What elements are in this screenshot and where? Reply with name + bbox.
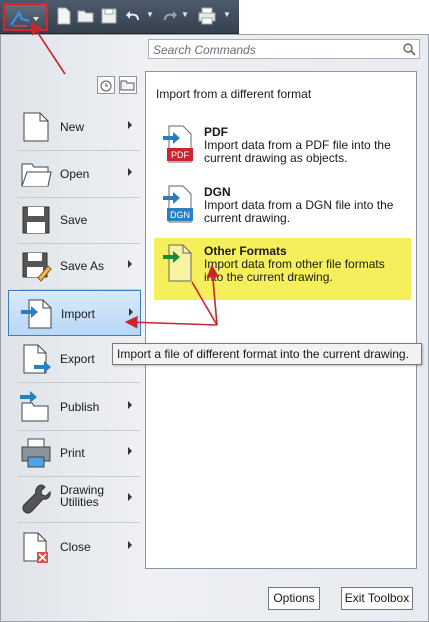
search-icon[interactable]: [402, 42, 416, 56]
menu-separator: [18, 382, 140, 383]
menu-label-export: Export: [60, 352, 95, 366]
folder-open-icon: [21, 163, 52, 187]
import-icon: [21, 299, 52, 329]
menu-label-close: Close: [60, 540, 91, 554]
menu-label-drawing-utilities: Drawing Utilities: [60, 484, 104, 508]
import-tooltip: Import a file of different format into t…: [112, 343, 422, 365]
redo-dropdown-icon[interactable]: ▼: [181, 11, 189, 19]
submenu-arrow-icon: [128, 121, 132, 129]
open-icon[interactable]: [77, 7, 95, 25]
pdf-description: Import data from a PDF file into the cur…: [204, 138, 391, 165]
menu-label-import: Import: [61, 307, 96, 321]
dgn-description: Import data from a DGN file into the cur…: [204, 198, 394, 225]
close-file-icon: [23, 532, 48, 563]
menu-label-new: New: [60, 120, 85, 134]
undo-dropdown-icon[interactable]: ▼: [146, 11, 154, 19]
generic-file-import-icon: [163, 244, 192, 282]
menu-label-publish: Publish: [60, 400, 100, 414]
submenu-arrow-icon: [128, 401, 132, 409]
menu-item-publish[interactable]: Publish: [8, 384, 141, 430]
import-other-formats-item[interactable]: Other Formats Import data from other fil…: [154, 238, 411, 300]
pdf-badge-text: PDF: [171, 150, 190, 160]
menu-item-save-as[interactable]: Save As: [8, 243, 141, 289]
menu-separator: [18, 522, 140, 523]
dgn-badge-text: DGN: [170, 210, 190, 220]
panel-title: Import from a different format: [156, 87, 312, 101]
menu-label-line2: Utilities: [60, 495, 99, 509]
exit-toolbox-button[interactable]: Exit Toolbox: [341, 587, 413, 610]
menu-label-print: Print: [60, 446, 85, 460]
recent-documents-icon[interactable]: [97, 76, 115, 94]
customize-dropdown-icon[interactable]: ▼: [223, 11, 231, 19]
open-documents-icon[interactable]: [119, 76, 137, 94]
export-icon: [23, 344, 51, 374]
save-icon: [22, 206, 50, 234]
import-pdf-item[interactable]: PDF PDF Import data from a PDF file into…: [154, 119, 411, 181]
wrench-icon: [22, 484, 51, 514]
submenu-arrow-icon: [128, 168, 132, 176]
menu-label-open: Open: [60, 167, 90, 181]
quick-access-toolbar: ▼ ▼ ▼: [0, 0, 239, 34]
menu-item-import[interactable]: Import: [8, 290, 141, 336]
options-button[interactable]: Options: [268, 587, 320, 610]
menu-item-close[interactable]: Close: [8, 524, 141, 570]
menu-label-save-as: Save As: [60, 259, 105, 273]
other-formats-description: Import data from other file formats into…: [204, 257, 385, 284]
menu-item-drawing-utilities[interactable]: Drawing Utilities: [8, 476, 141, 522]
redo-icon[interactable]: [160, 7, 178, 25]
pdf-file-icon: PDF: [163, 125, 193, 163]
submenu-arrow-icon: [129, 308, 133, 316]
menu-item-open[interactable]: Open: [8, 151, 141, 197]
menu-item-save[interactable]: Save: [8, 197, 141, 243]
submenu-arrow-icon: [128, 260, 132, 268]
dgn-file-icon: DGN: [163, 185, 193, 223]
pdf-title: PDF: [204, 125, 228, 139]
application-menu-button[interactable]: [3, 3, 48, 31]
undo-icon[interactable]: [125, 7, 143, 25]
submenu-arrow-icon: [128, 493, 132, 501]
menu-item-print[interactable]: Print: [8, 430, 141, 476]
import-dgn-item[interactable]: DGN DGN Import data from a DGN file into…: [154, 179, 411, 241]
submenu-arrow-icon: [128, 541, 132, 549]
publish-icon: [20, 391, 49, 422]
print-icon[interactable]: [198, 7, 216, 25]
menu-item-new[interactable]: New: [8, 104, 141, 150]
application-a-icon: [10, 10, 39, 27]
dgn-title: DGN: [204, 185, 231, 199]
submenu-arrow-icon: [128, 447, 132, 455]
other-formats-title: Other Formats: [204, 244, 287, 258]
save-icon[interactable]: [101, 7, 119, 25]
save-as-icon: [22, 252, 52, 282]
new-icon[interactable]: [56, 7, 74, 25]
menu-label-save: Save: [60, 213, 88, 227]
printer-icon: [21, 438, 51, 468]
import-submenu-panel: Import from a different format PDF PDF I…: [145, 71, 417, 569]
search-commands-field[interactable]: Search Commands: [148, 39, 420, 59]
search-placeholder: Search Commands: [153, 43, 256, 57]
new-file-icon: [23, 112, 49, 142]
